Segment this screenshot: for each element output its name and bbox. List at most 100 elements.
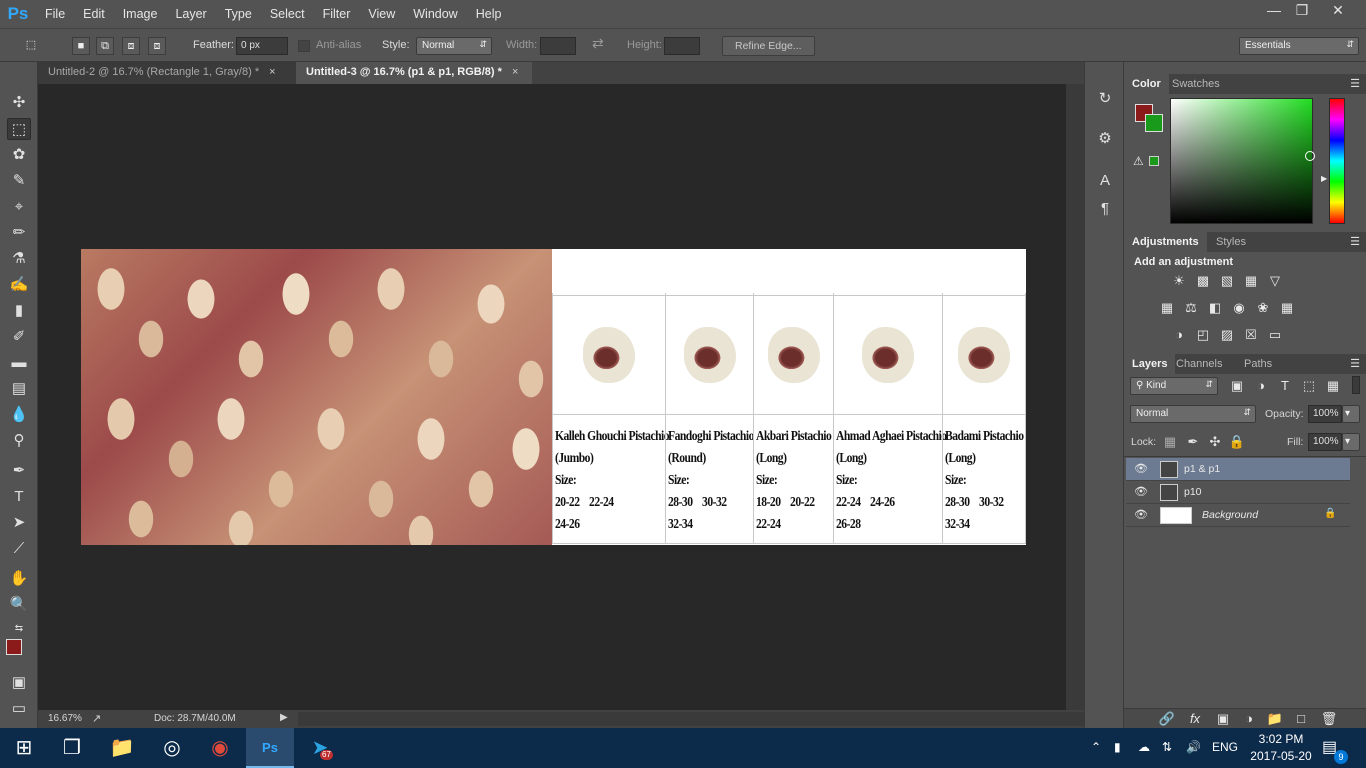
delete-layer-icon[interactable]: 🗑	[1320, 710, 1338, 728]
lock-all-icon[interactable]: 🔒	[1228, 433, 1246, 451]
task-view-icon[interactable]: ❐	[48, 728, 96, 768]
export-icon[interactable]: ↗	[92, 712, 101, 725]
visibility-eye-icon[interactable]: 👁	[1134, 462, 1148, 475]
brightness-contrast-icon[interactable]: ☀	[1170, 272, 1188, 290]
telegram-icon[interactable]: ➤ 67	[296, 728, 344, 768]
battery-icon[interactable]: ▮	[1114, 740, 1121, 754]
web-safe-color-swatch[interactable]	[1149, 156, 1159, 166]
vertical-scrollbar[interactable]	[1066, 84, 1084, 710]
menu-select[interactable]: Select	[261, 0, 314, 28]
status-menu-arrow-icon[interactable]: ▶	[280, 712, 288, 723]
quick-selection-tool-icon[interactable]: ✎	[7, 170, 31, 192]
refine-edge-button[interactable]: Refine Edge...	[722, 36, 815, 56]
crop-tool-icon[interactable]: ⌖	[7, 196, 31, 218]
clock[interactable]: 3:02 PM 2017-05-20	[1250, 732, 1312, 763]
menu-type[interactable]: Type	[216, 0, 261, 28]
height-input[interactable]	[664, 37, 700, 55]
invert-icon[interactable]: ◑	[1170, 326, 1188, 344]
layer-row[interactable]: 👁 Background 🔒	[1126, 504, 1350, 527]
file-explorer-icon[interactable]: 📁	[98, 728, 146, 768]
add-mask-icon[interactable]: ▣	[1214, 710, 1232, 728]
workspace-select[interactable]: Essentials ⇵	[1239, 37, 1359, 55]
character-icon[interactable]: A	[1094, 170, 1116, 192]
chrome-icon[interactable]: ◉	[196, 728, 244, 768]
intersect-selection-icon[interactable]: ⧈	[148, 37, 166, 55]
anti-alias-checkbox[interactable]	[298, 40, 310, 52]
gradient-tool-icon[interactable]: ▤	[7, 378, 31, 400]
type-tool-icon[interactable]: T	[7, 486, 31, 508]
feather-input[interactable]: 0 px	[236, 37, 288, 55]
blend-mode-select[interactable]: Normal ⇵	[1130, 405, 1256, 423]
background-color-swatch[interactable]	[1145, 114, 1163, 132]
zoom-tool-icon[interactable]: 🔍	[7, 594, 31, 616]
visibility-eye-icon[interactable]: 👁	[1134, 508, 1148, 521]
gamut-warning-icon[interactable]: ⚠	[1133, 154, 1144, 168]
eraser-tool-icon[interactable]: ▬	[7, 352, 31, 374]
filter-toggle[interactable]	[1352, 376, 1360, 394]
tab-channels[interactable]: Channels	[1168, 354, 1230, 374]
channel-mixer-icon[interactable]: ❀	[1254, 299, 1272, 317]
visibility-eye-icon[interactable]: 👁	[1134, 485, 1148, 498]
close-icon[interactable]: ×	[269, 66, 275, 78]
fill-dropdown[interactable]: ▾	[1342, 433, 1360, 451]
panel-menu-icon[interactable]: ☰	[1350, 235, 1360, 248]
path-selection-tool-icon[interactable]: ➤	[7, 512, 31, 534]
tab-paths[interactable]: Paths	[1236, 354, 1280, 374]
hue-saturation-icon[interactable]: ▦	[1158, 299, 1176, 317]
color-lookup-icon[interactable]: ▦	[1278, 299, 1296, 317]
screen-mode-icon[interactable]: ▭	[7, 698, 31, 720]
width-input[interactable]	[540, 37, 576, 55]
opacity-dropdown[interactable]: ▾	[1342, 405, 1360, 423]
dodge-tool-icon[interactable]: ⚲	[7, 430, 31, 452]
menu-window[interactable]: Window	[404, 0, 466, 28]
hue-slider-handle-icon[interactable]: ▶	[1321, 174, 1327, 183]
panel-menu-icon[interactable]: ☰	[1350, 77, 1360, 90]
eyedropper-tool-icon[interactable]: ✏	[7, 222, 31, 244]
close-icon[interactable]: ×	[512, 66, 518, 78]
bluetooth-icon[interactable]: ⇅	[1162, 740, 1172, 754]
language-indicator[interactable]: ENG	[1212, 740, 1238, 754]
media-player-icon[interactable]: ◎	[148, 728, 196, 768]
tab-untitled-2[interactable]: Untitled-2 @ 16.7% (Rectangle 1, Gray/8)…	[38, 62, 296, 84]
filter-pixel-icon[interactable]: ▣	[1228, 377, 1246, 395]
paragraph-icon[interactable]: ¶	[1094, 198, 1116, 220]
onedrive-icon[interactable]: ☁	[1138, 740, 1150, 754]
layer-name[interactable]: p1 & p1	[1184, 463, 1220, 475]
lock-position-icon[interactable]: ✣	[1206, 433, 1224, 451]
menu-view[interactable]: View	[359, 0, 404, 28]
lock-transparency-icon[interactable]: ▦	[1161, 433, 1179, 451]
history-icon[interactable]: ↻	[1094, 88, 1116, 110]
style-select[interactable]: Normal ⇵	[416, 37, 492, 55]
menu-help[interactable]: Help	[467, 0, 511, 28]
document-canvas[interactable]: Kalleh Ghouchi Pistachio (Jumbo) Size: 2…	[81, 249, 1026, 545]
black-white-icon[interactable]: ◧	[1206, 299, 1224, 317]
gradient-map-icon[interactable]: ▭	[1266, 326, 1284, 344]
pen-tool-icon[interactable]: ✒	[7, 460, 31, 482]
color-field[interactable]	[1170, 98, 1315, 224]
volume-icon[interactable]: 🔊	[1186, 740, 1201, 754]
foreground-color-swatch[interactable]	[6, 639, 22, 655]
move-tool-icon[interactable]: ✣	[7, 92, 31, 114]
vibrance-icon[interactable]: ▽	[1266, 272, 1284, 290]
close-icon[interactable]: ✕	[1320, 0, 1356, 22]
color-picker-cursor[interactable]	[1305, 151, 1315, 161]
color-balance-icon[interactable]: ⚖	[1182, 299, 1200, 317]
properties-icon[interactable]: ⚙	[1094, 128, 1116, 150]
lasso-tool-icon[interactable]: ✿	[7, 144, 31, 166]
curves-icon[interactable]: ▧	[1218, 272, 1236, 290]
photo-filter-icon[interactable]: ◉	[1230, 299, 1248, 317]
line-tool-icon[interactable]: ⟋	[7, 538, 31, 560]
add-selection-icon[interactable]: ⧉	[96, 37, 114, 55]
new-adjustment-layer-icon[interactable]: ◑	[1240, 710, 1258, 728]
hand-tool-icon[interactable]: ✋	[7, 568, 31, 590]
quick-mask-icon[interactable]: ▣	[7, 672, 31, 694]
layer-style-icon[interactable]: fx	[1186, 710, 1204, 728]
brush-tool-icon[interactable]: ✍	[7, 274, 31, 296]
layer-filter-select[interactable]: ⚲ Kind ⇵	[1130, 377, 1218, 395]
swap-icon[interactable]: ⇄	[592, 35, 604, 52]
layer-row[interactable]: 👁 p1 & p1	[1126, 458, 1350, 481]
lock-image-icon[interactable]: ✒	[1184, 433, 1202, 451]
menu-filter[interactable]: Filter	[314, 0, 360, 28]
menu-image[interactable]: Image	[114, 0, 167, 28]
filter-type-icon[interactable]: T	[1276, 377, 1294, 395]
